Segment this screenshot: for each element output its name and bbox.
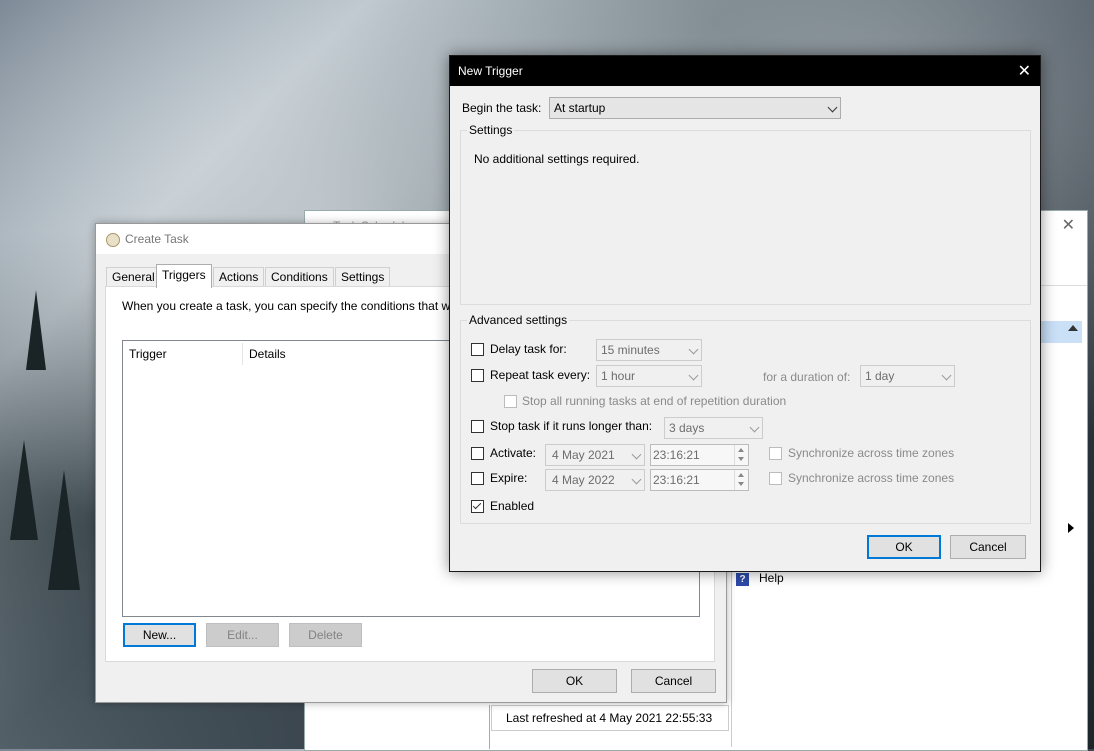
delay-task-label: Delay task for: — [490, 342, 567, 356]
triggers-description: When you create a task, you can specify … — [122, 299, 453, 313]
spin-down-icon[interactable] — [738, 482, 744, 486]
tab-triggers[interactable]: Triggers — [156, 264, 212, 288]
stop-if-longer-checkbox[interactable] — [471, 420, 484, 433]
tab-settings[interactable]: Settings — [335, 267, 391, 287]
expire-label: Expire: — [490, 471, 528, 485]
spinner-divider — [734, 470, 735, 490]
stop-all-tasks-checkbox[interactable] — [504, 395, 517, 408]
delay-task-dropdown[interactable]: 15 minutes — [596, 339, 702, 361]
begin-task-dropdown[interactable]: At startup — [549, 97, 841, 119]
duration-dropdown[interactable]: 1 day — [860, 365, 955, 387]
activate-date-value: 4 May 2021 — [552, 448, 615, 462]
delete-trigger-button[interactable]: Delete — [289, 623, 362, 647]
create-task-cancel-button[interactable]: Cancel — [631, 669, 716, 693]
chevron-down-icon — [688, 344, 699, 355]
spin-up-icon[interactable] — [738, 448, 744, 452]
column-header-trigger[interactable]: Trigger — [123, 341, 167, 367]
settings-group: Settings No additional settings required… — [460, 123, 1031, 305]
create-task-ok-button[interactable]: OK — [532, 669, 617, 693]
chevron-down-icon — [631, 449, 642, 460]
new-trigger-title: New Trigger — [458, 64, 523, 78]
activate-date-picker[interactable]: 4 May 2021 — [545, 444, 645, 466]
begin-task-label: Begin the task: — [462, 101, 542, 115]
chevron-down-icon — [941, 370, 952, 381]
spinner-divider — [734, 445, 735, 465]
help-label: Help — [759, 571, 784, 585]
enabled-checkbox[interactable] — [471, 500, 484, 513]
wallpaper-tree — [10, 440, 38, 540]
close-icon[interactable]: ✕ — [1018, 61, 1031, 81]
duration-value: 1 day — [865, 369, 895, 383]
expire-checkbox[interactable] — [471, 472, 484, 485]
help-icon: ? — [736, 573, 749, 586]
spin-up-icon[interactable] — [738, 473, 744, 477]
expire-date-value: 4 May 2022 — [552, 473, 615, 487]
new-trigger-button[interactable]: New... — [123, 623, 196, 647]
activate-time-spinner[interactable]: 23:16:21 — [650, 444, 749, 466]
stop-if-longer-dropdown[interactable]: 3 days — [664, 417, 763, 439]
create-task-title: Create Task — [125, 232, 189, 246]
new-trigger-dialog: New Trigger ✕ Begin the task: At startup… — [449, 55, 1041, 572]
new-trigger-ok-button[interactable]: OK — [867, 535, 941, 559]
new-trigger-titlebar: New Trigger ✕ — [450, 56, 1040, 86]
advanced-settings-label: Advanced settings — [467, 313, 570, 327]
spin-down-icon[interactable] — [738, 457, 744, 461]
edit-trigger-button[interactable]: Edit... — [206, 623, 279, 647]
chevron-down-icon — [631, 474, 642, 485]
chevron-down-icon — [827, 102, 838, 113]
chevron-down-icon — [688, 370, 699, 381]
new-trigger-cancel-button[interactable]: Cancel — [950, 535, 1026, 559]
activate-label: Activate: — [490, 446, 537, 460]
expire-sync-label: Synchronize across time zones — [788, 471, 955, 485]
activate-time-value: 23:16:21 — [653, 448, 700, 462]
settings-message: No additional settings required. — [474, 152, 640, 166]
task-clock-icon — [106, 233, 120, 247]
wallpaper-tree — [48, 470, 80, 590]
activate-checkbox[interactable] — [471, 447, 484, 460]
expire-time-spinner[interactable]: 23:16:21 — [650, 469, 749, 491]
collapse-icon[interactable] — [1068, 325, 1078, 331]
close-icon[interactable]: ✕ — [1062, 215, 1075, 235]
stop-if-longer-value: 3 days — [669, 421, 705, 435]
activate-sync-checkbox[interactable] — [769, 447, 782, 460]
settings-group-label: Settings — [467, 123, 515, 137]
last-refreshed-text: Last refreshed at 4 May 2021 22:55:33 — [506, 711, 713, 725]
repeat-task-checkbox[interactable] — [471, 369, 484, 382]
repeat-task-dropdown[interactable]: 1 hour — [596, 365, 702, 387]
chevron-down-icon — [749, 422, 760, 433]
expire-sync-checkbox[interactable] — [769, 472, 782, 485]
duration-label: for a duration of: — [763, 370, 851, 384]
tab-actions[interactable]: Actions — [213, 267, 265, 287]
enabled-label: Enabled — [490, 499, 535, 513]
status-bar: Last refreshed at 4 May 2021 22:55:33 — [491, 705, 729, 731]
tab-general[interactable]: General — [106, 267, 161, 287]
delay-task-checkbox[interactable] — [471, 343, 484, 356]
stop-if-longer-label: Stop task if it runs longer than: — [490, 419, 653, 433]
delay-task-value: 15 minutes — [601, 343, 660, 357]
submenu-arrow-icon[interactable] — [1068, 523, 1074, 533]
expire-date-picker[interactable]: 4 May 2022 — [545, 469, 645, 491]
expire-time-value: 23:16:21 — [653, 473, 700, 487]
activate-sync-label: Synchronize across time zones — [788, 446, 955, 460]
wallpaper-tree — [26, 290, 46, 370]
help-action[interactable]: ? Help — [736, 571, 784, 586]
tab-conditions[interactable]: Conditions — [265, 267, 334, 287]
stop-all-tasks-label: Stop all running tasks at end of repetit… — [522, 394, 787, 408]
column-header-details[interactable]: Details — [243, 341, 286, 367]
repeat-task-label: Repeat task every: — [490, 368, 591, 382]
begin-task-value: At startup — [554, 101, 606, 115]
repeat-task-value: 1 hour — [601, 369, 636, 383]
navigation-pane — [309, 705, 490, 749]
